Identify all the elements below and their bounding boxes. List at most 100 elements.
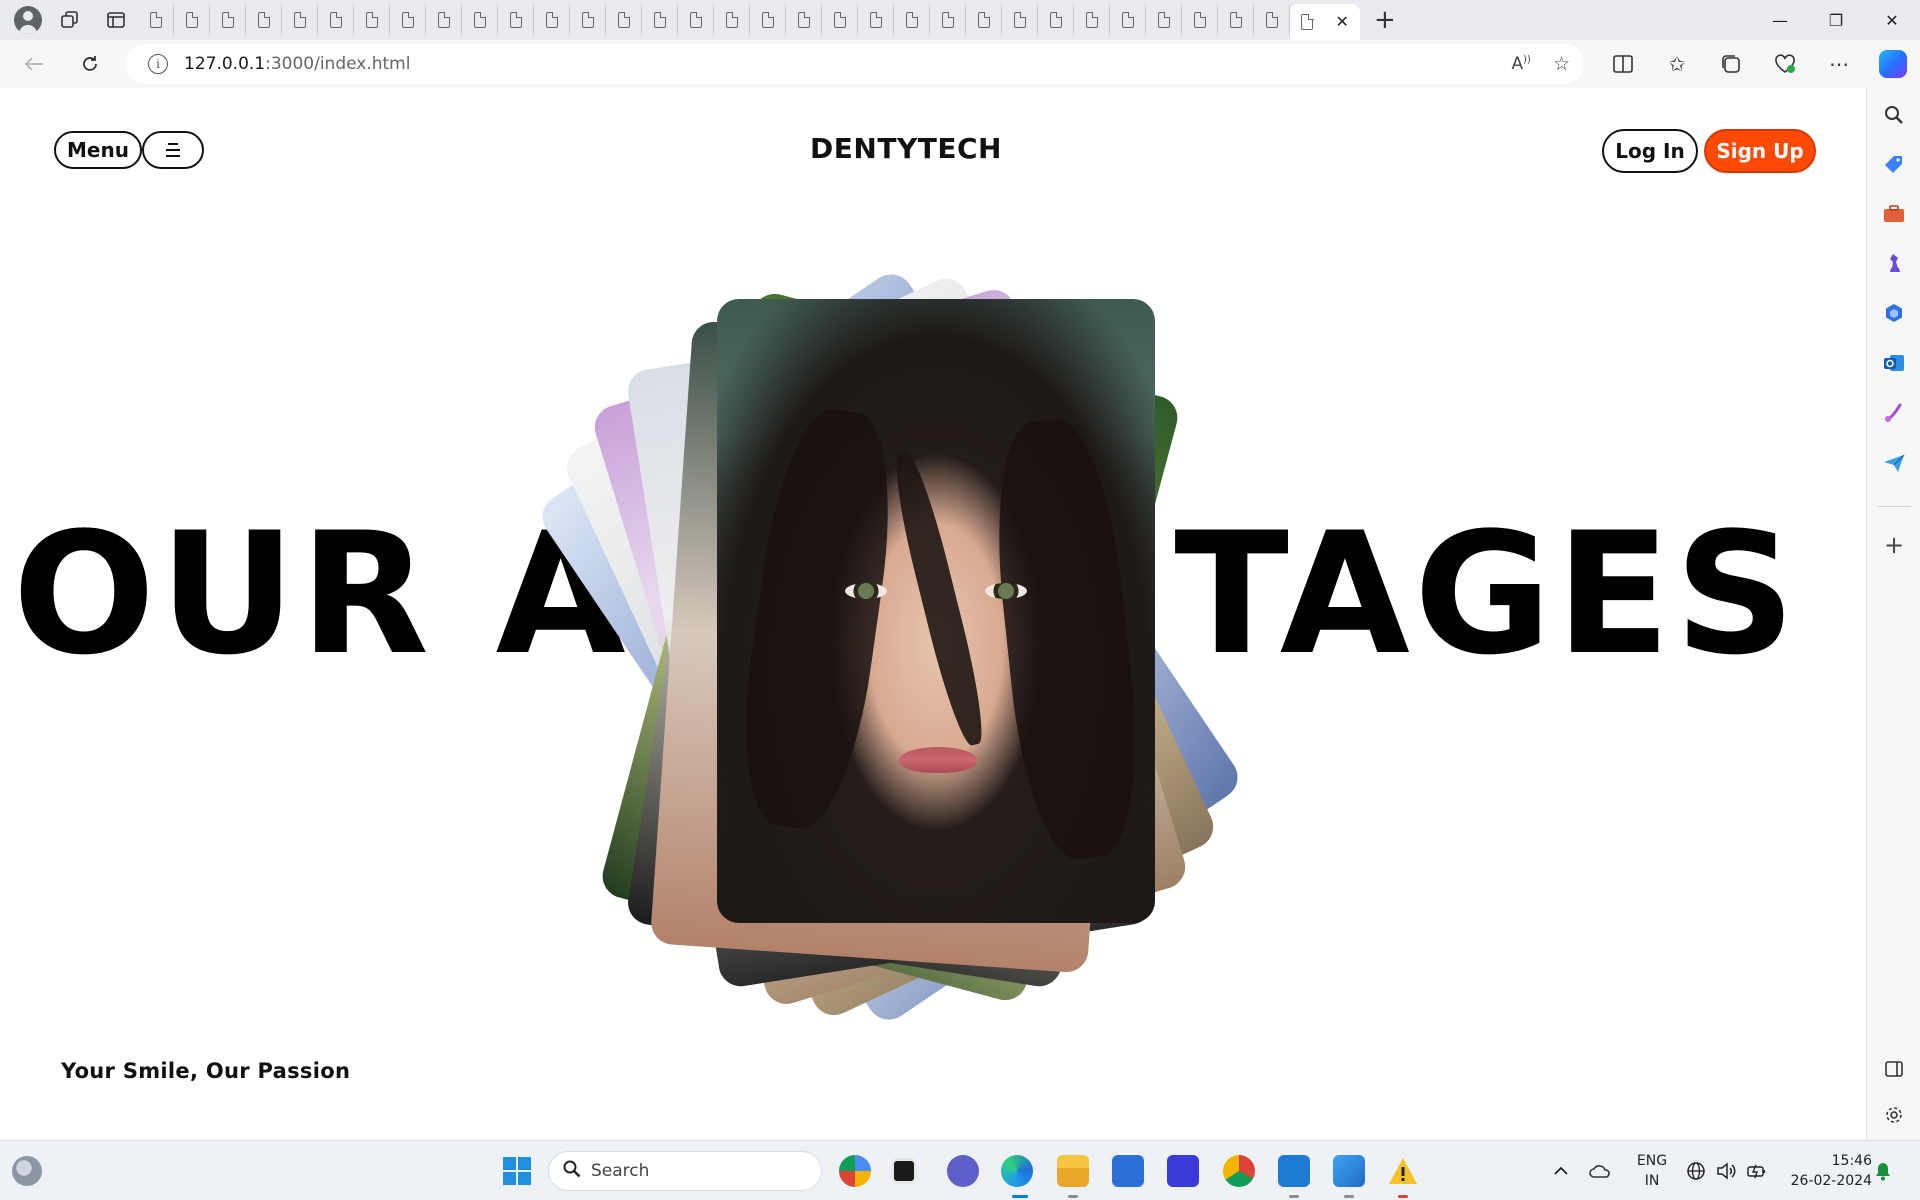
tab[interactable] (282, 5, 318, 35)
tab[interactable] (786, 5, 822, 35)
tab[interactable] (966, 5, 1002, 35)
vscode-icon[interactable] (1278, 1155, 1310, 1187)
add-sidebar-app-icon[interactable]: + (1881, 531, 1907, 559)
microsoft-365-icon[interactable] (1881, 300, 1907, 326)
chrome-icon[interactable] (1223, 1155, 1255, 1187)
notes-app-icon[interactable] (1167, 1155, 1199, 1187)
refresh-button[interactable] (70, 44, 110, 84)
collections-icon[interactable] (1704, 40, 1758, 88)
system-clock[interactable]: 15:46 26-02-2024 (1782, 1151, 1872, 1191)
restore-button[interactable]: ❐ (1808, 0, 1864, 40)
signup-button[interactable]: Sign Up (1704, 129, 1816, 173)
split-screen-icon[interactable] (1596, 40, 1650, 88)
tab[interactable] (246, 5, 282, 35)
favorites-icon[interactable]: ✩ (1650, 40, 1704, 88)
outlook-icon[interactable] (1881, 350, 1907, 376)
copilot-pre-app-icon[interactable] (839, 1155, 871, 1187)
page-icon (1085, 11, 1098, 28)
warning-app-icon[interactable] (1387, 1155, 1419, 1187)
tab[interactable] (1002, 5, 1038, 35)
tab[interactable] (822, 5, 858, 35)
tab-close-icon[interactable]: ✕ (1335, 14, 1348, 30)
more-options-icon[interactable]: ⋯ (1812, 40, 1866, 88)
settings-gear-icon[interactable] (1881, 1102, 1907, 1128)
favorite-star-icon[interactable]: ☆ (1553, 53, 1570, 75)
photos-app-icon[interactable] (1333, 1155, 1365, 1187)
games-chess-icon[interactable] (1881, 250, 1907, 276)
tab[interactable] (426, 5, 462, 35)
sidebar-layout-icon[interactable] (1881, 1056, 1907, 1082)
tab[interactable] (1074, 5, 1110, 35)
tab[interactable] (318, 5, 354, 35)
tab-active[interactable]: ✕ (1290, 4, 1360, 40)
sidebar-search-icon[interactable] (1881, 102, 1907, 128)
windows-start-icon[interactable] (503, 1157, 531, 1185)
tagline: Your Smile, Our Passion (61, 1059, 351, 1083)
url-host: 127.0.0.1 (184, 54, 266, 74)
address-bar[interactable]: i 127.0.0.1:3000/index.html A)) ☆ (126, 44, 1584, 84)
back-button[interactable] (14, 44, 54, 84)
copilot-icon[interactable] (1866, 40, 1920, 88)
tab[interactable] (1110, 5, 1146, 35)
tab[interactable] (210, 5, 246, 35)
tab[interactable] (138, 5, 174, 35)
tab[interactable] (390, 5, 426, 35)
terminal-app-icon[interactable] (891, 1158, 917, 1184)
designer-icon[interactable] (1881, 400, 1907, 426)
tab[interactable] (1254, 5, 1290, 35)
send-plane-icon[interactable] (1881, 450, 1907, 476)
battery-charging-icon[interactable] (1746, 1141, 1768, 1200)
tab[interactable] (894, 5, 930, 35)
teams-chat-icon[interactable] (947, 1155, 979, 1187)
tab[interactable] (570, 5, 606, 35)
tab[interactable] (462, 5, 498, 35)
volume-icon[interactable] (1716, 1141, 1736, 1200)
tab[interactable] (1038, 5, 1074, 35)
ms-store-icon[interactable] (1112, 1155, 1144, 1187)
edge-browser-icon[interactable] (1001, 1155, 1033, 1187)
clock-time: 15:46 (1831, 1153, 1872, 1169)
tab[interactable] (534, 5, 570, 35)
language-code: ENG (1636, 1153, 1668, 1169)
sidebar-divider (1877, 506, 1911, 507)
shopping-tag-icon[interactable] (1881, 151, 1907, 177)
page-icon (257, 11, 270, 28)
weather-widget-icon[interactable] (12, 1156, 42, 1186)
tab[interactable] (606, 5, 642, 35)
workspaces-icon[interactable] (52, 4, 88, 36)
tab-actions-icon[interactable] (98, 4, 134, 36)
tab[interactable] (1218, 5, 1254, 35)
tab[interactable] (498, 5, 534, 35)
browser-essentials-icon[interactable] (1758, 40, 1812, 88)
network-globe-icon[interactable] (1686, 1141, 1706, 1200)
profile-icon[interactable] (14, 6, 42, 34)
page-icon (653, 11, 666, 28)
new-tab-button[interactable]: + (1374, 7, 1396, 33)
tools-briefcase-icon[interactable] (1881, 201, 1907, 227)
page-icon (437, 11, 450, 28)
site-info-icon[interactable]: i (148, 54, 168, 74)
notification-bell-icon[interactable] (1874, 1141, 1892, 1200)
minimize-button[interactable]: — (1752, 0, 1808, 40)
read-aloud-icon[interactable]: A)) (1512, 54, 1531, 74)
tab[interactable] (1182, 5, 1218, 35)
tab[interactable] (642, 5, 678, 35)
close-window-button[interactable]: ✕ (1864, 0, 1920, 40)
file-explorer-icon[interactable] (1057, 1155, 1089, 1187)
onedrive-cloud-icon[interactable] (1588, 1141, 1612, 1200)
tab[interactable] (750, 5, 786, 35)
tab[interactable] (714, 5, 750, 35)
tab[interactable] (930, 5, 966, 35)
taskbar-search[interactable]: Search (548, 1151, 822, 1191)
site-brand[interactable]: DENTYTECH (6, 132, 1806, 165)
tab[interactable] (678, 5, 714, 35)
login-button[interactable]: Log In (1602, 129, 1698, 173)
tab[interactable] (858, 5, 894, 35)
tab[interactable] (354, 5, 390, 35)
show-hidden-icons-chevron[interactable] (1553, 1141, 1569, 1200)
language-indicator[interactable]: ENG IN (1632, 1151, 1672, 1191)
page-icon (149, 11, 162, 28)
tab[interactable] (1146, 5, 1182, 35)
tab[interactable] (174, 5, 210, 35)
page-icon (1049, 11, 1062, 28)
